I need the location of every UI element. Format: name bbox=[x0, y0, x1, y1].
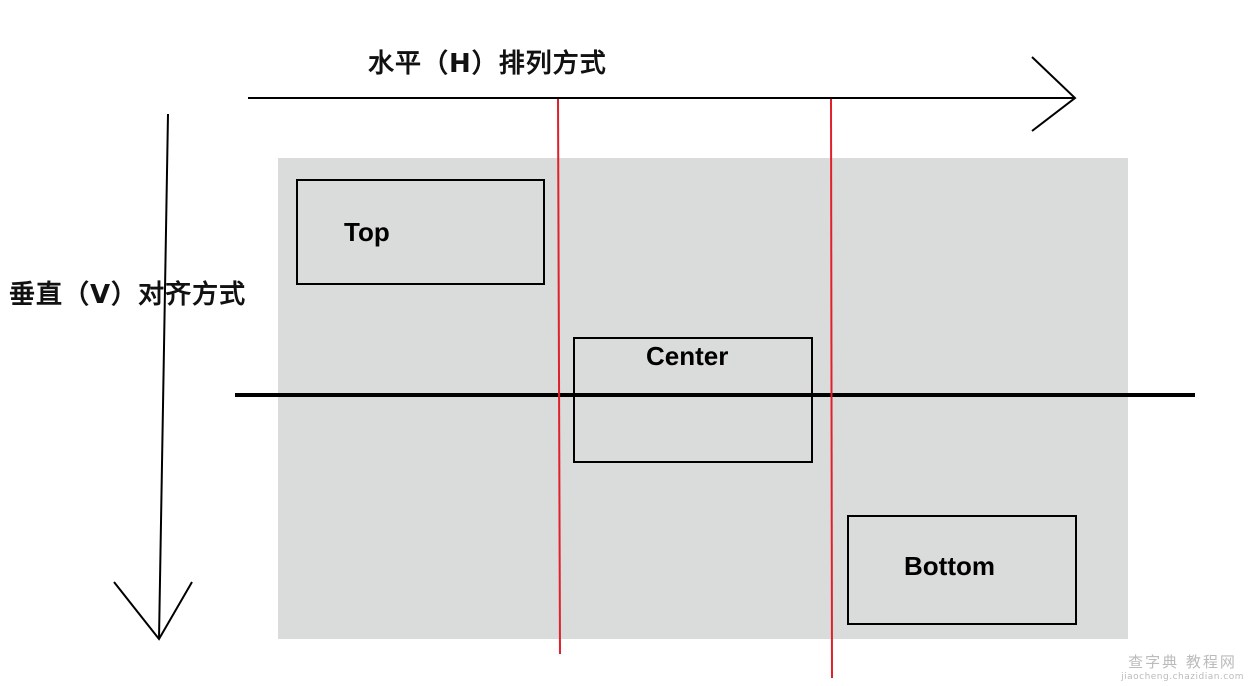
watermark-title: 查字典 教程网 bbox=[1128, 653, 1237, 671]
bottom-box-label: Bottom bbox=[904, 551, 995, 581]
red-guide-line-right bbox=[830, 97, 833, 679]
container-area bbox=[278, 158, 1128, 639]
vertical-arrow-icon bbox=[113, 113, 193, 641]
alignment-diagram bbox=[113, 56, 1195, 679]
center-box-label: Center bbox=[646, 341, 729, 371]
watermark: 查字典 教程网 jiaocheng.chazidian.com bbox=[1121, 651, 1244, 682]
top-box-label: Top bbox=[344, 217, 390, 247]
watermark-url: jiaocheng.chazidian.com bbox=[1121, 672, 1244, 682]
vertical-axis-label: 垂直（V）对齐方式 bbox=[9, 280, 247, 310]
horizontal-axis-label: 水平（H）排列方式 bbox=[368, 49, 607, 79]
